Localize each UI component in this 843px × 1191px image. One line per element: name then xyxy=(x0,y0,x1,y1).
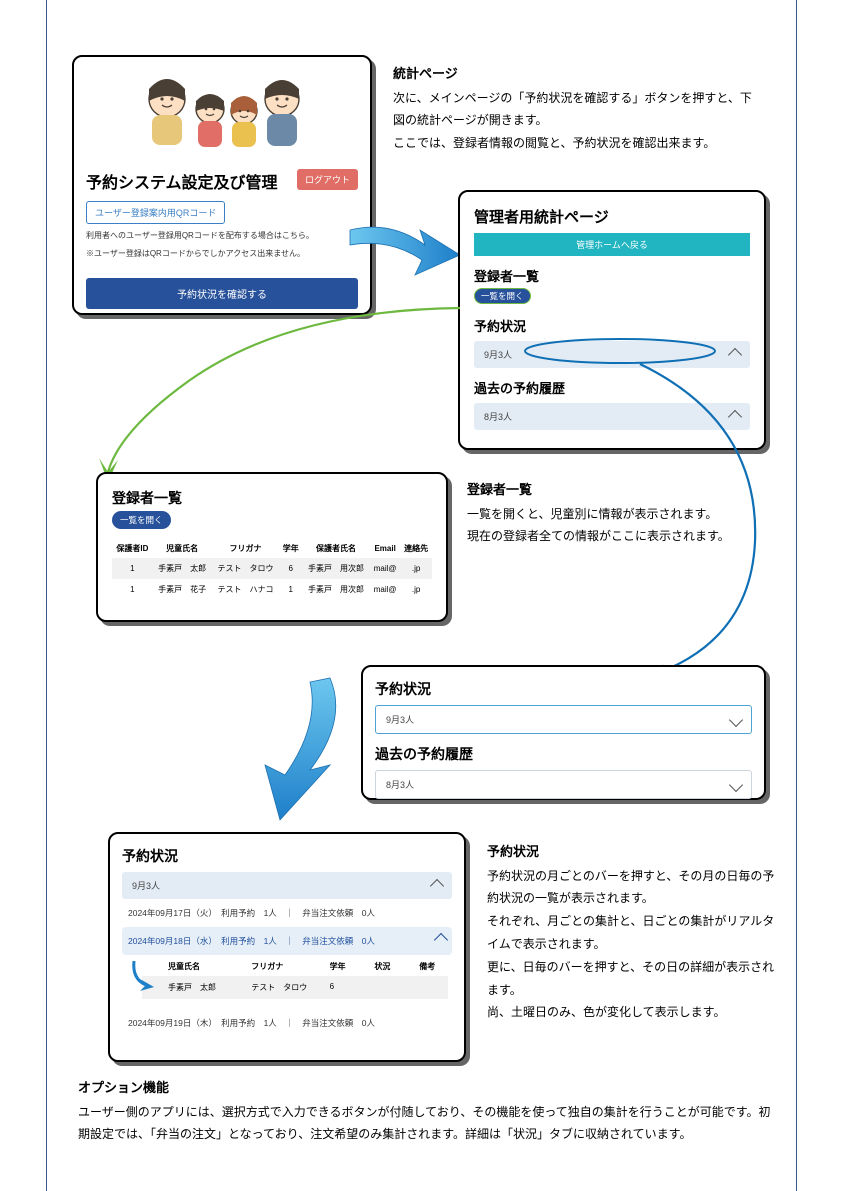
col-guardian-id: 保護者ID xyxy=(112,539,153,558)
col-contact: 連絡先 xyxy=(400,539,432,558)
stats-page-title: 管理者用統計ページ xyxy=(474,206,750,227)
section-registrants-heading: 登録者一覧 xyxy=(467,478,737,503)
col-email: Email xyxy=(370,539,400,558)
section-registrants-desc: 登録者一覧 一覧を開くと、児童別に情報が表示されます。 現在の登録者全ての情報が… xyxy=(467,478,737,548)
month-bar-label: 9月3人 xyxy=(386,713,414,726)
section-registrants-paragraph-2: 現在の登録者全ての情報がここに表示されます。 xyxy=(467,525,737,548)
detail-arrow-icon xyxy=(128,959,158,993)
col-child-name: 児童氏名 xyxy=(168,961,235,972)
section-reservations-desc: 予約状況 予約状況の月ごとのバーを押すと、その月の日毎の予約状況の一覧が表示され… xyxy=(487,840,777,1024)
logout-button[interactable]: ログアウト xyxy=(297,169,358,190)
col-guardian-name: 保護者氏名 xyxy=(302,539,370,558)
section-reservations-paragraph-4: 尚、土曜日のみ、色が変化して表示します。 xyxy=(487,1001,777,1024)
section-stats-paragraph-1: 次に、メインページの「予約状況を確認する」ボタンを押すと、下図の統計ページが開き… xyxy=(393,87,763,133)
month-bar-label: 9月3人 xyxy=(132,879,160,892)
chevron-down-icon xyxy=(729,712,743,726)
family-illustration xyxy=(86,69,358,159)
registrants-table: 保護者ID 児童氏名 フリガナ 学年 保護者氏名 Email 連絡先 1手素戸 … xyxy=(112,539,432,600)
main-page-panel: 予約システム設定及び管理 ログアウト ユーザー登録案内用QRコード 利用者へのユ… xyxy=(72,55,372,315)
section-stats-heading: 統計ページ xyxy=(393,62,763,87)
history-bar-aug[interactable]: 8月3人 xyxy=(375,770,752,799)
back-to-home-button[interactable]: 管理ホームへ戻る xyxy=(474,233,750,256)
qr-note-1: 利用者へのユーザー登録用QRコードを配布する場合はこちら。 xyxy=(86,230,358,242)
table-row: 1手素戸 太郎テスト タロウ6手素戸 用次郎mail@.jp xyxy=(112,558,432,579)
chevron-down-icon xyxy=(729,777,743,791)
reservations-detail-panel: 予約状況 9月3人 2024年09月17日（火） 利用予約 1人 ｜ 弁当注文依… xyxy=(108,832,466,1062)
reservations-heading: 予約状況 xyxy=(375,679,752,699)
arrow-down-icon xyxy=(230,670,370,840)
col-status: 状況 xyxy=(374,961,403,972)
section-stats-paragraph-2: ここでは、登録者情報の閲覧と、予約状況を確認出来ます。 xyxy=(393,132,763,155)
reservations-title: 予約状況 xyxy=(122,846,452,866)
col-grade: 学年 xyxy=(279,539,302,558)
history-bar-label: 8月3人 xyxy=(484,410,512,423)
day-row-selected[interactable]: 2024年09月18日（水） 利用予約 1人 ｜ 弁当注文依頼 0人 xyxy=(122,927,452,955)
table-row: 1手素戸 花子テスト ハナコ1手素戸 用次郎mail@.jp xyxy=(112,579,432,600)
chevron-up-icon xyxy=(430,878,444,892)
history-heading: 過去の予約履歴 xyxy=(375,744,752,764)
col-grade: 学年 xyxy=(330,961,359,972)
history-bar-label: 8月3人 xyxy=(386,778,414,791)
month-bar-sept[interactable]: 9月3人 xyxy=(122,872,452,899)
open-list-button[interactable]: 一覧を開く xyxy=(112,511,171,529)
col-child-name: 児童氏名 xyxy=(153,539,212,558)
app-title: 予約システム設定及び管理 xyxy=(86,169,278,193)
day-row[interactable]: 2024年09月19日（木） 利用予約 1人 ｜ 弁当注文依頼 0人 xyxy=(122,1009,452,1037)
col-furigana: フリガナ xyxy=(251,961,313,972)
section-stats-desc: 統計ページ 次に、メインページの「予約状況を確認する」ボタンを押すと、下図の統計… xyxy=(393,62,763,155)
qr-code-button[interactable]: ユーザー登録案内用QRコード xyxy=(86,201,225,224)
page-divider-left xyxy=(46,0,47,1191)
section-reservations-paragraph-1: 予約状況の月ごとのバーを押すと、その月の日毎の予約状況の一覧が表示されます。 xyxy=(487,865,777,911)
month-bar-sept[interactable]: 9月3人 xyxy=(375,705,752,734)
day-row-label: 2024年09月18日（水） 利用予約 1人 ｜ 弁当注文依頼 0人 xyxy=(128,935,375,947)
reservations-preview-panel: 予約状況 9月3人 過去の予約履歴 8月3人 xyxy=(361,665,766,800)
col-note: 備考 xyxy=(419,961,448,972)
section-reservations-paragraph-3: 更に、日毎のバーを押すと、その日の詳細が表示されます。 xyxy=(487,956,777,1002)
month-bar-label: 9月3人 xyxy=(484,348,512,361)
option-body: ユーザー側のアプリには、選択方式で入力できるボタンが付随しており、その機能を使っ… xyxy=(78,1101,778,1147)
section-reservations-heading: 予約状況 xyxy=(487,840,777,865)
chevron-up-icon xyxy=(434,933,448,947)
qr-note-2: ※ユーザー登録はQRコードからでしかアクセス出来ません。 xyxy=(86,248,358,260)
day-detail: 児童氏名 フリガナ 学年 状況 備考 手素戸 太郎 テスト タロウ 6 xyxy=(142,961,448,999)
arrow-green-icon xyxy=(90,300,470,490)
section-reservations-paragraph-2: それぞれ、月ごとの集計と、日ごとの集計がリアルタイムで表示されます。 xyxy=(487,910,777,956)
day-row[interactable]: 2024年09月17日（火） 利用予約 1人 ｜ 弁当注文依頼 0人 xyxy=(122,899,452,927)
section-registrants-paragraph-1: 一覧を開くと、児童別に情報が表示されます。 xyxy=(467,503,737,526)
col-furigana: フリガナ xyxy=(212,539,280,558)
detail-row: 手素戸 太郎 テスト タロウ 6 xyxy=(142,976,448,999)
registrants-heading: 登録者一覧 xyxy=(474,266,750,285)
registrants-title: 登録者一覧 xyxy=(112,488,432,508)
option-heading: オプション機能 xyxy=(78,1076,778,1101)
page-divider-right xyxy=(796,0,797,1191)
open-list-button-highlighted[interactable]: 一覧を開く xyxy=(474,288,531,304)
registrants-panel: 登録者一覧 一覧を開く 保護者ID 児童氏名 フリガナ 学年 保護者氏名 Ema… xyxy=(96,472,448,622)
table-header-row: 保護者ID 児童氏名 フリガナ 学年 保護者氏名 Email 連絡先 xyxy=(112,539,432,558)
option-section: オプション機能 ユーザー側のアプリには、選択方式で入力できるボタンが付随しており… xyxy=(78,1076,778,1146)
reservations-heading: 予約状況 xyxy=(474,316,750,335)
arrow-icon xyxy=(340,210,470,300)
